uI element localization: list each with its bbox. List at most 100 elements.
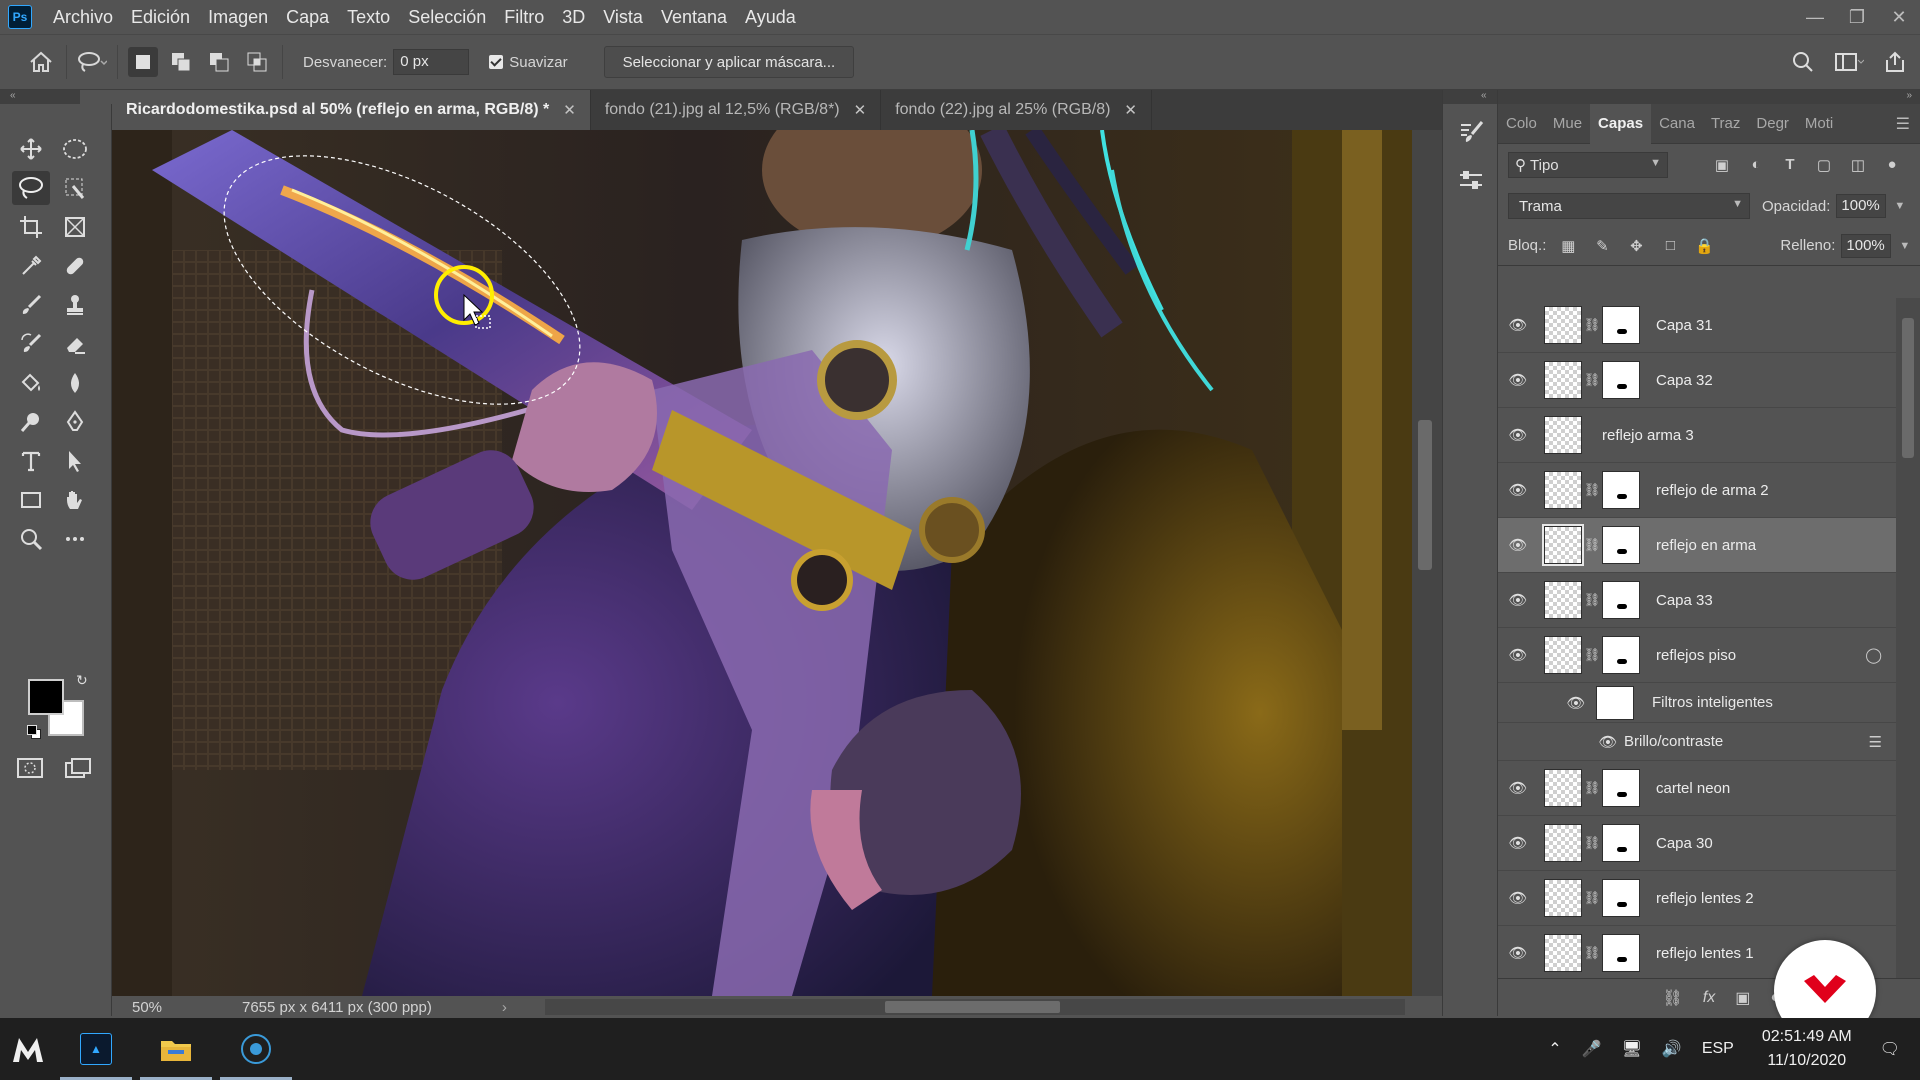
type-tool-icon[interactable] [12, 444, 50, 478]
filter-toggle-icon[interactable]: ● [1882, 156, 1902, 174]
link-layers-icon[interactable]: ⛓ [1662, 988, 1682, 1008]
crop-tool-icon[interactable] [12, 210, 50, 244]
tab-gradients[interactable]: Degr [1748, 104, 1797, 144]
screen-mode-icon[interactable] [64, 756, 92, 784]
tools-collapse-bar[interactable]: « [0, 90, 80, 104]
dodge-tool-icon[interactable] [12, 405, 50, 439]
menu-filtro[interactable]: Filtro [495, 0, 553, 34]
share-icon[interactable] [1876, 43, 1914, 81]
healing-brush-icon[interactable] [56, 249, 94, 283]
eyedropper-icon[interactable] [12, 249, 50, 283]
lock-all-icon[interactable]: 🔒 [1694, 237, 1714, 255]
quick-mask-icon[interactable] [16, 756, 44, 784]
layer-mask-thumbnail[interactable] [1602, 361, 1640, 399]
visibility-eye-icon[interactable]: 👁 [1498, 536, 1538, 554]
intersect-selection-icon[interactable] [242, 47, 272, 77]
canvas-vertical-scrollbar[interactable] [1412, 130, 1442, 996]
more-tools-icon[interactable] [56, 522, 94, 556]
filter-options-icon[interactable]: ☰ [1869, 733, 1882, 751]
layer-row[interactable]: 👁 ⛓ Capa 31 [1498, 298, 1896, 353]
doc-tab-1[interactable]: Ricardodomestika.psd al 50% (reflejo en … [112, 90, 591, 130]
layer-mask-thumbnail[interactable] [1602, 769, 1640, 807]
lock-transparent-icon[interactable]: ▦ [1558, 237, 1578, 255]
tab-paths[interactable]: Traz [1703, 104, 1748, 144]
blur-tool-icon[interactable] [56, 366, 94, 400]
lasso-tool-preset-icon[interactable] [73, 43, 111, 81]
mask-link-icon[interactable]: ⛓ [1582, 482, 1602, 498]
history-brush-icon[interactable] [12, 327, 50, 361]
start-menu-icon[interactable] [0, 1018, 56, 1080]
paint-bucket-icon[interactable] [12, 366, 50, 400]
home-icon[interactable] [22, 43, 60, 81]
menu-texto[interactable]: Texto [338, 0, 399, 34]
antialias-checkbox[interactable] [489, 55, 504, 69]
smart-filters-row[interactable]: 👁 Filtros inteligentes [1498, 683, 1896, 723]
doc-tab-3[interactable]: fondo (22).jpg al 25% (RGB/8) ✕ [881, 90, 1152, 130]
close-tab-icon[interactable]: ✕ [854, 101, 867, 119]
visibility-eye-icon[interactable]: 👁 [1498, 481, 1538, 499]
visibility-eye-icon[interactable]: 👁 [1498, 889, 1538, 907]
layer-row[interactable]: 👁 ⛓ reflejos piso ◯ [1498, 628, 1896, 683]
visibility-eye-icon[interactable]: 👁 [1566, 694, 1586, 712]
tab-swatches[interactable]: Mue [1545, 104, 1590, 144]
smart-object-filter-icon[interactable]: ◫ [1848, 156, 1868, 174]
mask-link-icon[interactable]: ⛓ [1582, 835, 1602, 851]
dock-collapse-bar[interactable]: « [1443, 90, 1497, 104]
chevron-down-icon[interactable]: ▼ [1894, 200, 1905, 212]
notifications-icon[interactable]: 🗨 [1880, 1039, 1900, 1059]
lock-position-icon[interactable]: ✥ [1626, 237, 1646, 255]
layer-mask-thumbnail[interactable] [1602, 526, 1640, 564]
menu-archivo[interactable]: Archivo [44, 0, 122, 34]
new-selection-icon[interactable] [128, 47, 158, 77]
chevron-up-icon[interactable]: ⌃ [1548, 1039, 1561, 1059]
properties-icon[interactable] [1451, 162, 1491, 200]
search-icon[interactable] [1784, 43, 1822, 81]
layer-mask-thumbnail[interactable] [1602, 306, 1640, 344]
panel-menu-icon[interactable]: ☰ [1896, 114, 1910, 134]
clone-stamp-icon[interactable] [56, 288, 94, 322]
feather-input[interactable]: 0 px [393, 49, 470, 75]
hand-tool-icon[interactable] [56, 483, 94, 517]
frame-tool-icon[interactable] [56, 210, 94, 244]
layer-mask-thumbnail[interactable] [1602, 824, 1640, 862]
subtract-selection-icon[interactable] [204, 47, 234, 77]
menu-ventana[interactable]: Ventana [652, 0, 736, 34]
foreground-color-swatch[interactable] [28, 679, 64, 715]
menu-imagen[interactable]: Imagen [199, 0, 277, 34]
default-colors-icon[interactable] [27, 725, 41, 739]
layer-row[interactable]: 👁 ⛓ reflejo lentes 2 [1498, 871, 1896, 926]
lock-image-icon[interactable]: ✎ [1592, 237, 1612, 255]
path-selection-icon[interactable] [56, 444, 94, 478]
filter-mask-thumbnail[interactable] [1596, 685, 1634, 720]
close-tab-icon[interactable]: ✕ [1124, 101, 1137, 119]
layer-mask-thumbnail[interactable] [1602, 471, 1640, 509]
close-icon[interactable]: ✕ [1878, 0, 1920, 34]
smart-filter-item-row[interactable]: 👁 Brillo/contraste ☰ [1498, 723, 1896, 761]
file-explorer-icon[interactable] [136, 1018, 216, 1080]
canvas-horizontal-scrollbar[interactable] [545, 999, 1405, 1015]
adjustment-filter-icon[interactable]: ◐ [1746, 156, 1766, 174]
layer-row[interactable]: 👁 reflejo arma 3 [1498, 408, 1896, 463]
chevron-down-icon[interactable]: ▼ [1899, 240, 1910, 252]
pen-tool-icon[interactable] [56, 405, 94, 439]
menu-seleccion[interactable]: Selección [399, 0, 495, 34]
swap-colors-icon[interactable]: ↻ [76, 672, 88, 689]
layer-mask-thumbnail[interactable] [1602, 934, 1640, 972]
lasso-tool-icon[interactable] [12, 171, 50, 205]
visibility-eye-icon[interactable]: 👁 [1498, 779, 1538, 797]
zoom-level[interactable]: 50% [112, 999, 192, 1016]
visibility-eye-icon[interactable]: 👁 [1498, 316, 1538, 334]
mask-link-icon[interactable]: ⛓ [1582, 945, 1602, 961]
chevron-right-icon[interactable]: › [502, 999, 507, 1016]
layer-row[interactable]: 👁 ⛓ Capa 30 [1498, 816, 1896, 871]
doc-tab-2[interactable]: fondo (21).jpg al 12,5% (RGB/8*) ✕ [591, 90, 882, 130]
move-tool-icon[interactable] [12, 132, 50, 166]
volume-icon[interactable]: 🔊 [1662, 1039, 1682, 1059]
mask-link-icon[interactable]: ⛓ [1582, 592, 1602, 608]
quick-selection-icon[interactable] [56, 171, 94, 205]
panel-collapse-bar[interactable]: » [1498, 90, 1920, 104]
zoom-tool-icon[interactable] [12, 522, 50, 556]
workspace-icon[interactable] [1830, 43, 1868, 81]
canvas[interactable] [112, 130, 1412, 996]
visibility-eye-icon[interactable]: 👁 [1498, 944, 1538, 962]
